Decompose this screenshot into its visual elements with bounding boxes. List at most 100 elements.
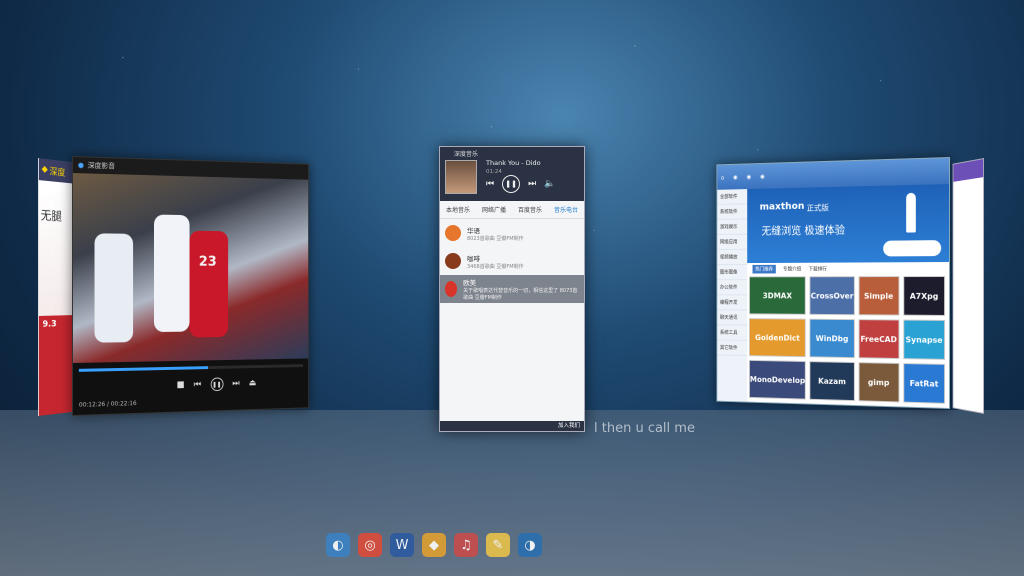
- sidebar-item[interactable]: 系统软件: [717, 204, 748, 220]
- station-name: 欧美: [463, 279, 477, 287]
- player-figure: [94, 233, 134, 343]
- app-tile[interactable]: gimp: [858, 362, 900, 403]
- app-tile[interactable]: FatRat: [903, 363, 946, 404]
- dock: ◐ ◎ W ◆ ♫ ✎ ◑: [326, 533, 542, 557]
- music-tab[interactable]: 网络广播: [482, 205, 506, 214]
- music-tabs: 本地音乐 网络广播 百度音乐 音乐电台: [440, 201, 584, 219]
- browser-subtab[interactable]: 专题介绍: [783, 265, 801, 272]
- station-name: 华语: [467, 226, 480, 235]
- browser-window[interactable]: ⌂ ◉ ◉ ◉ 全部软件 系统软件 游戏娱乐 网络应用 视频播放 图形图像 办公软件 编程开发…: [716, 157, 950, 409]
- sidebar-item[interactable]: 聊天通讯: [717, 310, 748, 326]
- pause-icon: ❚❚: [212, 380, 222, 388]
- app-tile[interactable]: A7Xpg: [903, 276, 946, 316]
- sidebar-item[interactable]: 编程开发: [717, 295, 748, 311]
- volume-icon[interactable]: 🔈: [544, 179, 555, 189]
- sidebar-item[interactable]: 游戏娱乐: [717, 219, 748, 235]
- browser-sidebar: 全部软件 系统软件 游戏娱乐 网络应用 视频播放 图形图像 办公软件 编程开发 聊天通讯 系统工具…: [717, 189, 748, 402]
- join-link[interactable]: 加入我们: [558, 423, 580, 429]
- sidebar-item[interactable]: 办公软件: [717, 280, 748, 296]
- music-header: 深度音乐 Thank You - Dido 01:24 ⏮ ❚❚ ⏭ 🔈: [440, 147, 584, 201]
- app-tile[interactable]: MonoDevelop: [748, 359, 807, 400]
- rocket-icon: [906, 192, 916, 233]
- pause-button[interactable]: ❚❚: [210, 377, 224, 392]
- station-list: 华语 8023首歌曲 豆瓣FM制作 咖啡 3468首歌曲 豆瓣FM制作 欧美 关于歌唱表达…: [440, 219, 584, 303]
- pause-button[interactable]: ❚❚: [502, 175, 521, 193]
- station-item[interactable]: 咖啡 3468首歌曲 豆瓣FM制作: [440, 247, 584, 275]
- app-tile[interactable]: Synapse: [903, 319, 946, 360]
- music-tab[interactable]: 本地音乐: [446, 205, 470, 214]
- settings-icon[interactable]: ◑: [518, 533, 542, 557]
- app-tile[interactable]: CrossOver: [809, 276, 855, 316]
- app-tile[interactable]: FreeCAD: [858, 319, 900, 360]
- sidebar-item[interactable]: 视频播放: [717, 249, 748, 266]
- app-grid: 3DMAX CrossOver Simple A7Xpg GoldenDict WinDb…: [748, 276, 946, 404]
- app-tile[interactable]: WinDbg: [809, 318, 855, 359]
- seek-fill: [78, 366, 208, 372]
- player-figure: [153, 214, 190, 333]
- app-tile[interactable]: Simple: [858, 276, 900, 316]
- jersey-number: 23: [198, 254, 217, 270]
- wps-icon[interactable]: W: [390, 533, 414, 557]
- previous-icon[interactable]: ⏮: [486, 179, 494, 189]
- song-title: Thank You - Dido: [486, 159, 541, 167]
- chrome-icon[interactable]: ◎: [358, 533, 382, 557]
- video-frame[interactable]: 23: [72, 173, 309, 363]
- cloud-graphic: [883, 240, 942, 257]
- deepin-icon[interactable]: ◐: [326, 533, 350, 557]
- station-cover-icon: [445, 225, 461, 241]
- station-item[interactable]: 欧美 关于歌唱表达代替音乐的一切，相信这里了 8073首歌曲 豆瓣FM制作: [440, 275, 584, 303]
- maxthon-logo: maxthon: [759, 201, 805, 213]
- download-icon[interactable]: ◉: [760, 173, 765, 180]
- store-banner: 无腿: [38, 186, 74, 336]
- store-icon[interactable]: ◆: [422, 533, 446, 557]
- store-logo-icon: ◆: [41, 164, 48, 176]
- station-item[interactable]: 华语 8023首歌曲 豆瓣FM制作: [440, 219, 584, 247]
- maxthon-tag: 正式版: [806, 203, 829, 213]
- previous-icon[interactable]: ⏮: [194, 380, 201, 390]
- sidebar-item[interactable]: 网络应用: [717, 234, 748, 251]
- video-app-icon: ●: [77, 161, 84, 170]
- sidebar-item[interactable]: 图形图像: [717, 264, 748, 281]
- eject-icon[interactable]: ⏏: [249, 378, 257, 388]
- sidebar-item[interactable]: 全部软件: [717, 189, 748, 205]
- store-title: 深度: [49, 166, 66, 179]
- store-badge: 9.3: [42, 319, 57, 330]
- next-icon[interactable]: ⏭: [232, 379, 239, 389]
- music-player-window[interactable]: 深度音乐 Thank You - Dido 01:24 ⏮ ❚❚ ⏭ 🔈 本地音…: [439, 146, 585, 432]
- software-store-window[interactable]: ◆ 深度 无腿 9.3: [38, 158, 74, 416]
- update-icon[interactable]: ◉: [746, 173, 751, 180]
- sidebar-item[interactable]: 系统工具: [717, 325, 748, 341]
- video-player-window[interactable]: ● 深度影音 23 ■ ⏮ ❚❚ ⏭ ⏏ 00:12:26 / 00:22:16: [72, 156, 310, 416]
- video-time: 00:12:26 / 00:22:16: [78, 400, 137, 409]
- app-tile[interactable]: Kazam: [809, 361, 855, 402]
- app-tile[interactable]: GoldenDict: [748, 318, 807, 358]
- browser-subtab[interactable]: 下载排行: [809, 265, 827, 272]
- browser-subtabs: 热门推荐 专题介绍 下载排行: [747, 262, 949, 274]
- desktop-lyric: l then u call me: [594, 421, 695, 436]
- store-promo: 9.3: [38, 315, 74, 416]
- player-figure: [189, 230, 229, 338]
- next-icon[interactable]: ⏭: [528, 179, 536, 189]
- music-icon[interactable]: ♫: [454, 533, 478, 557]
- seek-bar[interactable]: [78, 364, 303, 372]
- music-app-title: 深度音乐: [454, 151, 479, 158]
- browser-subtab[interactable]: 热门推荐: [752, 264, 776, 274]
- music-tab[interactable]: 音乐电台: [554, 205, 578, 214]
- music-tab[interactable]: 百度音乐: [518, 205, 542, 214]
- store-header: ◆ 深度: [38, 158, 74, 184]
- browser-banner: maxthon 正式版 无缝浏览 极速体验: [747, 184, 950, 264]
- pause-icon: ❚❚: [505, 180, 517, 188]
- sidebar-item[interactable]: 其它软件: [717, 340, 748, 357]
- album-cover: [445, 160, 477, 194]
- station-cover-icon: [445, 281, 458, 297]
- station-name: 咖啡: [467, 254, 480, 263]
- notes-icon[interactable]: ✎: [486, 533, 510, 557]
- station-subtitle: 3468首歌曲 豆瓣FM制作: [467, 263, 524, 270]
- app-tile[interactable]: 3DMAX: [748, 276, 807, 315]
- store-icon[interactable]: ◉: [733, 174, 738, 181]
- home-icon[interactable]: ⌂: [721, 174, 724, 181]
- stop-icon[interactable]: ■: [177, 380, 185, 390]
- background-window[interactable]: [952, 158, 984, 414]
- video-title: 深度影音: [87, 161, 115, 171]
- background-window-header: [953, 159, 984, 182]
